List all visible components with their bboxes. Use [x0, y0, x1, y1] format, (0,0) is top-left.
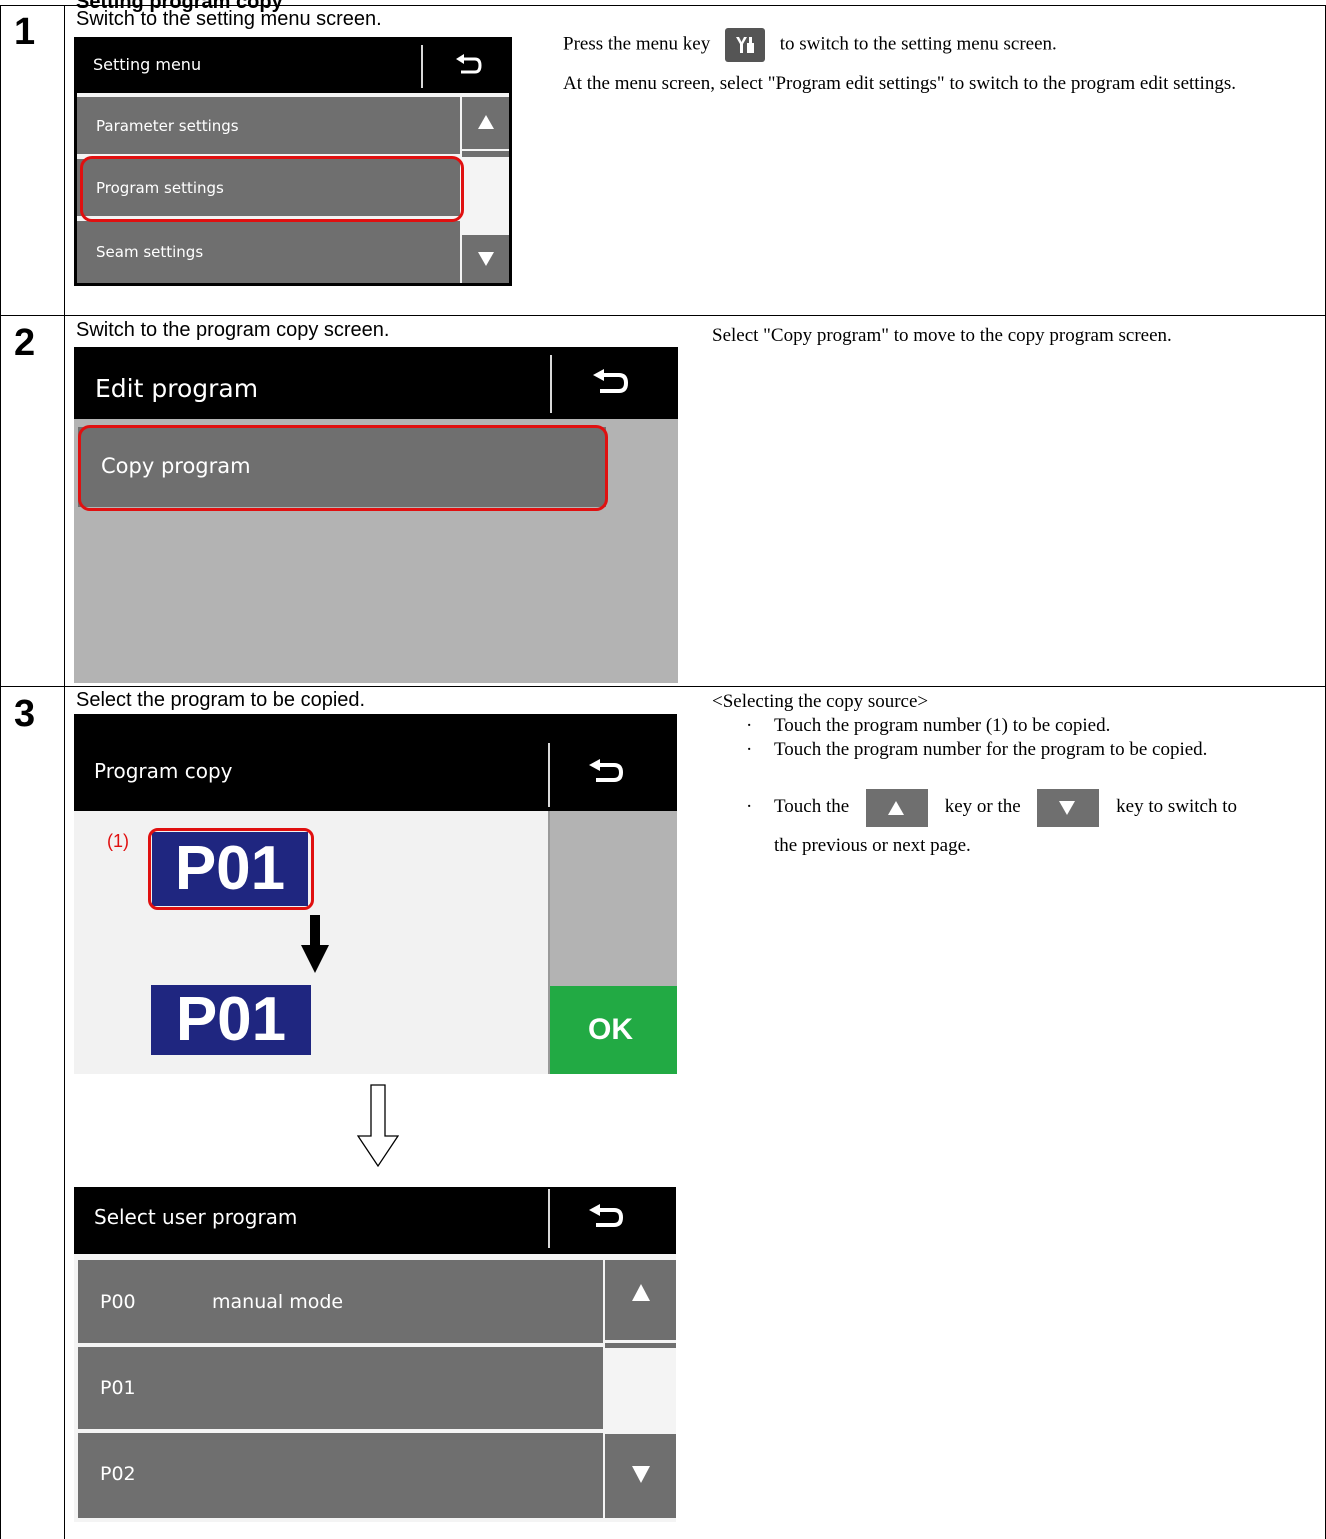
scrollbar-thumb[interactable] [605, 1343, 676, 1348]
step-number-3: 3 [14, 693, 36, 735]
arrow-down-icon [301, 915, 329, 979]
screen-header: Select user program [74, 1187, 676, 1254]
desc-heading: <Selecting the copy source> [712, 691, 929, 712]
setting-menu-screen: Setting menu Parameter settings Program … [74, 37, 512, 286]
transition-arrow-icon [356, 1084, 400, 1173]
program-code: P00 [100, 1291, 136, 1313]
program-row-p00[interactable]: P00 manual mode [78, 1260, 603, 1343]
bullet-dot: · [746, 739, 753, 760]
desc-text: At the menu screen, select "Program edit… [563, 73, 1236, 94]
arrow-up-icon [632, 1284, 650, 1301]
back-arrow-icon[interactable] [587, 759, 625, 791]
scroll-area [548, 811, 677, 986]
screen-header: Program copy [74, 714, 677, 811]
scrollbar-thumb[interactable] [462, 151, 509, 157]
table-top-border [0, 5, 1326, 6]
bullet-text: Touch the [774, 796, 850, 817]
selection-highlight [148, 828, 314, 910]
program-row-p02[interactable]: P02 [78, 1433, 603, 1518]
menu-item-parameter-settings[interactable]: Parameter settings [77, 97, 460, 154]
menu-key-icon [724, 28, 765, 62]
header-separator [550, 355, 552, 413]
screen-title: Select user program [94, 1205, 298, 1229]
arrow-down-icon [478, 252, 494, 266]
menu-item-label: Seam settings [96, 243, 204, 261]
header-separator [421, 45, 423, 88]
step-2-caption: Switch to the program copy screen. [76, 319, 390, 341]
select-user-program-screen: Select user program P00 manual mode P01 … [74, 1187, 676, 1522]
program-row-p01[interactable]: P01 [78, 1347, 603, 1429]
bullet-text: key to switch to [1116, 796, 1238, 817]
arrow-up-icon [478, 115, 494, 129]
desc-text: to switch to the setting menu screen. [779, 33, 1057, 55]
back-arrow-icon[interactable] [590, 369, 630, 403]
screen-title: Program copy [94, 759, 233, 783]
screen-header: Edit program [74, 347, 678, 419]
step-2-description: Select "Copy program" to move to the cop… [712, 322, 1324, 354]
down-key-icon [1037, 788, 1100, 827]
menu-item-seam-settings[interactable]: Seam settings [77, 221, 460, 283]
callout-marker: (1) [107, 831, 129, 851]
header-separator [548, 1189, 550, 1248]
row-divider-2 [0, 686, 1326, 687]
ok-button-label: OK [588, 1013, 633, 1046]
bullet-dot: · [746, 796, 753, 817]
scroll-up-button[interactable] [605, 1260, 676, 1340]
bullet-text: key or the [944, 796, 1021, 817]
screen-title: Setting menu [93, 55, 202, 74]
program-code: P02 [100, 1463, 136, 1485]
bullet-text: Touch the program number for the program… [774, 739, 1208, 760]
bullet-item: · Touch the key or the key to switch to … [712, 788, 1324, 865]
scroll-down-button[interactable] [462, 235, 509, 283]
selection-highlight [80, 156, 464, 222]
bullet-text: Touch the program number (1) to be copie… [774, 715, 1111, 736]
step-1-caption: Switch to the setting menu screen. [76, 8, 382, 30]
scroll-up-button[interactable] [462, 97, 509, 149]
back-arrow-icon[interactable] [453, 54, 483, 82]
destination-program-number[interactable]: P01 [151, 985, 311, 1055]
program-name: manual mode [212, 1291, 344, 1313]
table-left-border [0, 5, 1, 1539]
screen-header: Setting menu [77, 40, 509, 93]
step-number-2: 2 [14, 322, 36, 364]
program-code: P01 [100, 1377, 136, 1399]
screen-title: Edit program [95, 374, 259, 403]
scroll-down-button[interactable] [605, 1434, 676, 1518]
header-separator [548, 743, 550, 807]
step-column-border [64, 5, 65, 1539]
arrow-down-icon [632, 1466, 650, 1483]
step-number-1: 1 [14, 11, 36, 53]
selection-highlight [78, 425, 608, 511]
back-arrow-icon[interactable] [587, 1204, 625, 1236]
desc-text: Press the menu key [563, 33, 711, 55]
row-divider-1 [0, 315, 1326, 316]
program-copy-screen: Program copy OK (1) P01 P01 [74, 714, 677, 1074]
edit-program-screen: Edit program Copy program [74, 347, 678, 683]
step-3-description: <Selecting the copy source> · Touch the … [712, 690, 1324, 865]
step-1-description: Press the menu key to switch to the sett… [563, 28, 1321, 102]
step-3-caption: Select the program to be copied. [76, 689, 366, 711]
desc-text: Select "Copy program" to move to the cop… [712, 325, 1172, 346]
up-key-icon [865, 788, 928, 827]
bullet-dot: · [746, 715, 753, 736]
bullet-item: · Touch the program number (1) to be cop… [712, 714, 1324, 738]
bullet-item: · Touch the program number for the progr… [712, 738, 1324, 762]
ok-button[interactable]: OK [548, 986, 677, 1074]
bullet-text: the previous or next page. [774, 834, 971, 856]
menu-item-label: Parameter settings [96, 117, 239, 135]
